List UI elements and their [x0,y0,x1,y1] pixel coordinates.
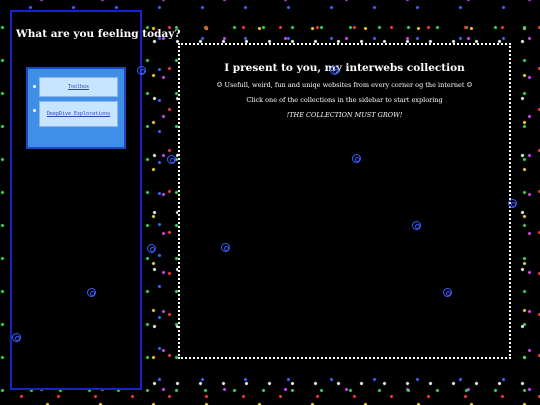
deepdive-exploration-link[interactable]: DeepDive Exploration◎ [39,101,118,127]
instruction-text: Click one of the collections in the side… [246,96,443,104]
spiral-icon [167,155,176,164]
spiral-icon [12,333,21,342]
toolbox-link[interactable]: Toolbox [39,77,118,97]
spiral-icon [137,66,146,75]
spiral-icon [330,66,339,75]
spiral-icon [508,199,517,208]
spiral-icon [443,288,452,297]
spiral-icon [147,244,156,253]
spiral-icon [412,221,421,230]
collection-nav: Toolbox DeepDive Exploration◎ [26,67,126,149]
tagline-text: !THE COLLECTION MUST GROW! [286,111,403,119]
welcome-panel: I present to you, my interwebs collectio… [178,43,511,359]
sidebar: What are you feeling today? Toolbox Deep… [10,10,181,390]
spiral-icon [87,288,96,297]
nav-item-toolbox: Toolbox [33,77,124,97]
nav-item-deepdive: DeepDive Exploration◎ [33,101,124,127]
bullet-icon [33,109,36,112]
description-text: ☺ Usefull, weird, fun and uniqe websites… [216,81,473,89]
sidebar-title: What are you feeling today? [16,28,181,40]
page-heading: I present to you, my interwebs collectio… [224,62,465,74]
spiral-icon [352,154,361,163]
spiral-icon [221,243,230,252]
bullet-icon [33,85,36,88]
